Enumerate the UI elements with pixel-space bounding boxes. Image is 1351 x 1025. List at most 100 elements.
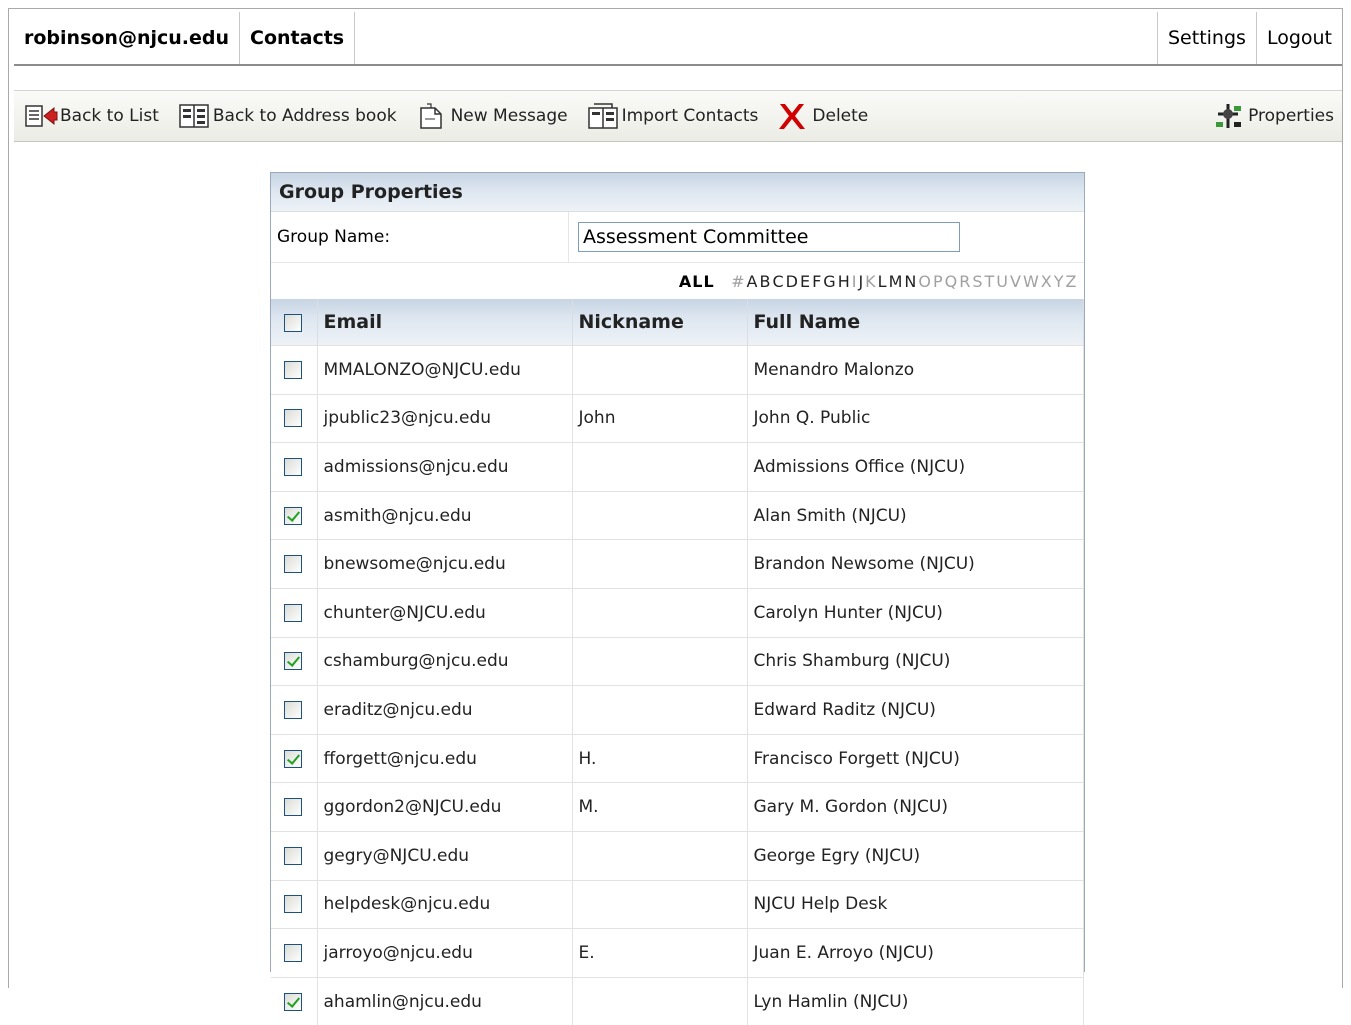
delete-label: Delete [812, 106, 868, 126]
alphabet-letter[interactable]: M [889, 272, 904, 291]
select-all-checkbox[interactable] [284, 314, 302, 332]
table-row[interactable]: MMALONZO@NJCU.eduMenandro Malonzo [271, 346, 1084, 395]
table-row[interactable]: admissions@njcu.eduAdmissions Office (NJ… [271, 443, 1084, 492]
alphabet-letter[interactable]: O [918, 272, 932, 291]
alphabet-letter[interactable]: B [760, 272, 772, 291]
alphabet-letter[interactable]: C [772, 272, 784, 291]
group-name-input[interactable] [578, 222, 960, 252]
alphabet-letter[interactable]: A [747, 272, 759, 291]
row-checkbox[interactable] [284, 361, 302, 379]
email-cell: chunter@NJCU.edu [317, 588, 572, 637]
column-header-email[interactable]: Email [317, 299, 572, 346]
row-checkbox[interactable] [284, 409, 302, 427]
nickname-cell: H. [572, 734, 747, 783]
alphabet-letter[interactable]: P [933, 272, 944, 291]
alphabet-letter[interactable]: T [985, 272, 996, 291]
table-row[interactable]: ahamlin@njcu.eduLyn Hamlin (NJCU) [271, 977, 1084, 1025]
delete-button[interactable]: Delete [776, 102, 868, 130]
alphabet-letter[interactable]: L [878, 272, 888, 291]
fullname-cell: Francisco Forgett (NJCU) [747, 734, 1084, 783]
new-message-button[interactable]: New Message [415, 102, 568, 130]
settings-link[interactable]: Settings [1158, 12, 1257, 64]
row-checkbox[interactable] [284, 652, 302, 670]
row-select-cell [271, 346, 317, 395]
row-checkbox[interactable] [284, 458, 302, 476]
column-header-fullname[interactable]: Full Name [747, 299, 1084, 346]
nickname-cell: John [572, 394, 747, 443]
alphabet-letter[interactable]: X [1041, 272, 1053, 291]
table-row[interactable]: gegry@NJCU.eduGeorge Egry (NJCU) [271, 831, 1084, 880]
row-checkbox[interactable] [284, 895, 302, 913]
alphabet-letter[interactable]: E [800, 272, 811, 291]
alphabet-letter[interactable]: G [823, 272, 836, 291]
table-row[interactable]: asmith@njcu.eduAlan Smith (NJCU) [271, 491, 1084, 540]
alphabet-letter[interactable]: F [812, 272, 822, 291]
alphabet-letter[interactable]: # [731, 272, 745, 291]
fullname-cell: Edward Raditz (NJCU) [747, 686, 1084, 735]
row-checkbox[interactable] [284, 993, 302, 1011]
table-row[interactable]: bnewsome@njcu.eduBrandon Newsome (NJCU) [271, 540, 1084, 589]
nickname-cell [572, 880, 747, 929]
contacts-table-body: MMALONZO@NJCU.eduMenandro Malonzojpublic… [271, 346, 1084, 1025]
table-row[interactable]: eraditz@njcu.edu Edward Raditz (NJCU) [271, 686, 1084, 735]
alphabet-letter[interactable]: J [858, 272, 864, 291]
select-all-header [271, 299, 317, 346]
header-spacer [355, 12, 1158, 64]
alphabet-letter[interactable]: Z [1066, 272, 1078, 291]
back-to-list-button[interactable]: Back to List [24, 102, 159, 130]
row-select-cell [271, 491, 317, 540]
column-header-nickname[interactable]: Nickname [572, 299, 747, 346]
email-cell: cshamburg@njcu.edu [317, 637, 572, 686]
row-checkbox[interactable] [284, 555, 302, 573]
table-row[interactable]: fforgett@njcu.eduH.Francisco Forgett (NJ… [271, 734, 1084, 783]
properties-icon [1212, 102, 1244, 130]
alphabet-all-link[interactable]: ALL [679, 272, 715, 291]
back-to-address-book-button[interactable]: Back to Address book [177, 102, 397, 130]
row-select-cell [271, 977, 317, 1025]
row-select-cell [271, 637, 317, 686]
email-cell: fforgett@njcu.edu [317, 734, 572, 783]
contacts-table: Email Nickname Full Name MMALONZO@NJCU.e… [271, 299, 1084, 1025]
row-checkbox[interactable] [284, 750, 302, 768]
import-contacts-button[interactable]: Import Contacts [586, 102, 759, 130]
email-cell: MMALONZO@NJCU.edu [317, 346, 572, 395]
alphabet-letter[interactable]: U [996, 272, 1009, 291]
properties-button[interactable]: Properties [1212, 102, 1334, 130]
toolbar: Back to List Back to Address book [14, 90, 1342, 142]
row-checkbox[interactable] [284, 604, 302, 622]
alphabet-letter[interactable]: D [786, 272, 799, 291]
email-cell: eraditz@njcu.edu [317, 686, 572, 735]
fullname-cell: Carolyn Hunter (NJCU) [747, 588, 1084, 637]
group-name-row: Group Name: [271, 212, 1084, 263]
table-row[interactable]: cshamburg@njcu.eduChris Shamburg (NJCU) [271, 637, 1084, 686]
alphabet-letter[interactable]: R [959, 272, 971, 291]
new-message-label: New Message [451, 106, 568, 126]
alphabet-letter[interactable]: H [838, 272, 851, 291]
fullname-cell: John Q. Public [747, 394, 1084, 443]
alphabet-letter[interactable]: K [865, 272, 877, 291]
nickname-cell: M. [572, 783, 747, 832]
table-row[interactable]: jpublic23@njcu.eduJohnJohn Q. Public [271, 394, 1084, 443]
nickname-cell [572, 637, 747, 686]
alphabet-letter[interactable]: Q [945, 272, 959, 291]
alphabet-letter[interactable]: W [1023, 272, 1040, 291]
alphabet-letter[interactable]: Y [1054, 272, 1065, 291]
alphabet-letter[interactable]: N [904, 272, 917, 291]
table-row[interactable]: ggordon2@NJCU.eduM.Gary M. Gordon (NJCU) [271, 783, 1084, 832]
table-row[interactable]: helpdesk@njcu.eduNJCU Help Desk [271, 880, 1084, 929]
fullname-cell: Lyn Hamlin (NJCU) [747, 977, 1084, 1025]
alphabet-letter[interactable]: I [852, 272, 858, 291]
fullname-cell: Brandon Newsome (NJCU) [747, 540, 1084, 589]
alphabet-letter[interactable]: S [972, 272, 983, 291]
properties-label: Properties [1248, 106, 1334, 126]
row-checkbox[interactable] [284, 798, 302, 816]
row-checkbox[interactable] [284, 847, 302, 865]
row-checkbox[interactable] [284, 507, 302, 525]
email-cell: ggordon2@NJCU.edu [317, 783, 572, 832]
table-row[interactable]: chunter@NJCU.edu Carolyn Hunter (NJCU) [271, 588, 1084, 637]
row-checkbox[interactable] [284, 944, 302, 962]
logout-link[interactable]: Logout [1257, 12, 1342, 64]
row-checkbox[interactable] [284, 701, 302, 719]
group-properties-panel: Group Properties Group Name: ALL #ABCDEF… [270, 172, 1085, 972]
alphabet-letter[interactable]: V [1010, 272, 1022, 291]
